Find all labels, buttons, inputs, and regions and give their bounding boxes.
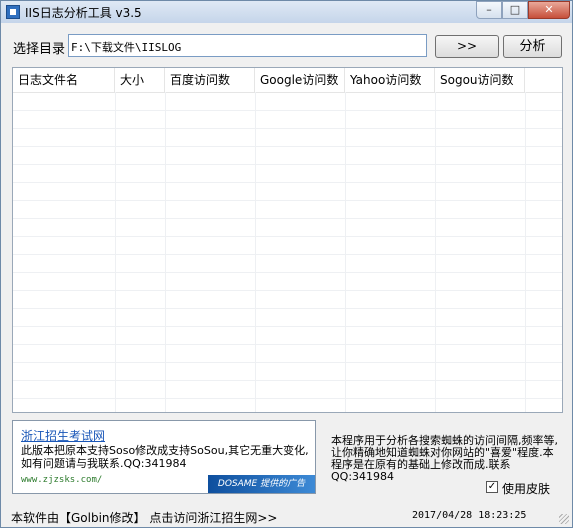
description-text: 本程序用于分析各搜索蜘蛛的访问间隔,频率等,让你精确地知道蜘蛛对你网站的"喜爱"… xyxy=(331,434,558,483)
grid-column-line xyxy=(435,92,436,412)
grid-row-line xyxy=(13,146,562,147)
ad-link[interactable]: 浙江招生考试网 xyxy=(21,427,105,444)
grid-row-line xyxy=(13,254,562,255)
grid-row-line xyxy=(13,128,562,129)
directory-input[interactable]: F:\下载文件\IISLOG xyxy=(68,34,427,57)
grid-row-line xyxy=(13,326,562,327)
grid-column-line xyxy=(115,92,116,412)
column-header-filename[interactable]: 日志文件名 xyxy=(13,68,115,92)
log-table[interactable]: 日志文件名 大小 百度访问数 Google访问数 Yahoo访问数 Sogou访… xyxy=(12,67,563,413)
column-header-size[interactable]: 大小 xyxy=(115,68,165,92)
ad-text: 此版本把原本支持Soso修改成支持SoSou,其它无重大变化,如有问题请与我联系… xyxy=(21,444,309,470)
use-skin-label: 使用皮肤 xyxy=(502,482,551,496)
status-credit-link[interactable]: 本软件由【Golbin修改】 点击访问浙江招生网>> xyxy=(11,509,277,526)
app-icon xyxy=(6,5,20,19)
resize-grip-icon[interactable] xyxy=(559,514,569,524)
window-title: IIS日志分析工具 v3.5 xyxy=(25,6,142,20)
column-header-sogou[interactable]: Sogou访问数 xyxy=(435,68,525,92)
grid-row-line xyxy=(13,110,562,111)
title-bar[interactable]: IIS日志分析工具 v3.5 – □ ✕ xyxy=(1,1,572,23)
grid-row-line xyxy=(13,344,562,345)
ad-banner[interactable]: DOSAME 提供的广告 xyxy=(208,475,315,493)
grid-row-line xyxy=(13,398,562,399)
grid-row-line xyxy=(13,290,562,291)
column-header-baidu[interactable]: 百度访问数 xyxy=(165,68,255,92)
main-window: IIS日志分析工具 v3.5 – □ ✕ 选择目录 F:\下载文件\IISLOG… xyxy=(0,0,573,528)
grid-column-line xyxy=(345,92,346,412)
browse-button[interactable]: >> xyxy=(435,35,499,58)
grid-column-line xyxy=(525,92,526,412)
grid-column-line xyxy=(165,92,166,412)
grid-row-line xyxy=(13,218,562,219)
analyze-button[interactable]: 分析 xyxy=(503,35,562,58)
directory-label: 选择目录 xyxy=(13,42,66,57)
grid-row-line xyxy=(13,380,562,381)
use-skin-checkbox[interactable]: ✓ xyxy=(486,481,498,493)
grid-row-line xyxy=(13,164,562,165)
ad-panel: 浙江招生考试网 此版本把原本支持Soso修改成支持SoSou,其它无重大变化,如… xyxy=(12,420,316,494)
maximize-button[interactable]: □ xyxy=(502,1,528,19)
grid-row-line xyxy=(13,272,562,273)
column-header-yahoo[interactable]: Yahoo访问数 xyxy=(345,68,435,92)
grid-row-line xyxy=(13,308,562,309)
grid-row-line xyxy=(13,236,562,237)
ad-url[interactable]: www.zjzsks.com/ xyxy=(21,475,102,485)
status-time: 2017/04/28 18:23:25 xyxy=(412,510,527,521)
close-button[interactable]: ✕ xyxy=(528,1,570,19)
grid-row-line xyxy=(13,200,562,201)
grid-column-line xyxy=(255,92,256,412)
minimize-button[interactable]: – xyxy=(476,1,502,19)
grid-row-line xyxy=(13,362,562,363)
grid-row-line xyxy=(13,182,562,183)
table-header: 日志文件名 大小 百度访问数 Google访问数 Yahoo访问数 Sogou访… xyxy=(13,68,562,93)
column-header-google[interactable]: Google访问数 xyxy=(255,68,345,92)
